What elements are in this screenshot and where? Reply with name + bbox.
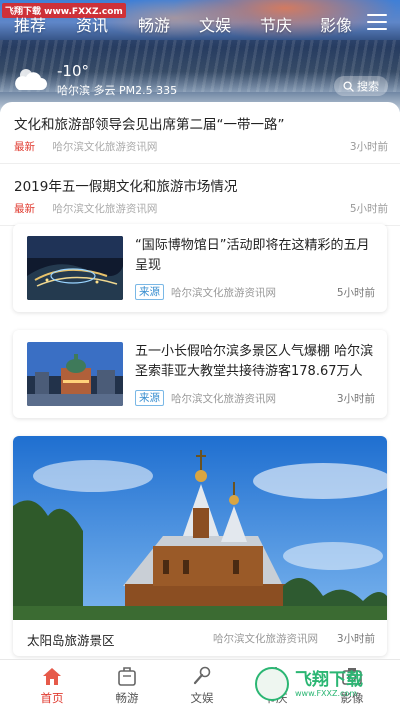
sun-island-church-image: [13, 436, 387, 620]
news-item[interactable]: 2019年五一假期文化和旅游市场情况 最新 哈尔滨文化旅游资讯网 5小时前: [0, 164, 400, 226]
news-card[interactable]: 五一小长假哈尔滨多景区人气爆棚 哈尔滨圣索菲亚大教堂共接待游客178.67万人 …: [13, 330, 387, 418]
tab-recommend[interactable]: 推荐: [14, 12, 46, 36]
news-time: 5小时前: [336, 287, 375, 299]
latest-tag: 最新: [14, 203, 35, 215]
tab-festival[interactable]: 节庆: [260, 12, 292, 36]
news-title: 2019年五一假期文化和旅游市场情况: [14, 179, 238, 195]
latest-tag: 最新: [14, 141, 35, 153]
search-icon: [343, 80, 354, 92]
suitcase-icon: [118, 667, 136, 686]
menu-icon[interactable]: [367, 14, 387, 30]
news-card[interactable]: “国际博物馆日”活动即将在这精彩的五月呈现 来源 哈尔滨文化旅游资讯网 5小时前: [13, 224, 387, 312]
feature-caption: 太阳岛旅游景区: [27, 633, 115, 648]
temperature: -10°: [57, 62, 89, 80]
top-nav-tabs: 推荐 资讯 畅游 文娱 节庆 影像: [0, 12, 356, 38]
tab-news[interactable]: 资讯: [76, 12, 108, 36]
source-tag: 来源: [135, 390, 164, 406]
bottom-nav-label: 首页: [40, 691, 64, 705]
news-feed: 文化和旅游部领导会见出席第二届“一带一路” 最新 哈尔滨文化旅游资讯网 3小时前…: [0, 102, 400, 659]
cathedral-dusk-thumbnail: [27, 342, 123, 406]
bottom-nav-label: 畅游: [115, 691, 139, 705]
cloudy-sun-icon: [15, 69, 47, 90]
search-button[interactable]: 搜索: [334, 76, 388, 96]
news-time: 3小时前: [336, 393, 375, 405]
tab-travel[interactable]: 畅游: [138, 12, 170, 36]
news-item[interactable]: 文化和旅游部领导会见出席第二届“一带一路” 最新 哈尔滨文化旅游资讯网 3小时前: [0, 102, 400, 164]
news-source: 哈尔滨文化旅游资讯网: [52, 203, 158, 215]
news-source: 哈尔滨文化旅游资讯网: [171, 393, 276, 405]
feature-card[interactable]: 太阳岛旅游景区 哈尔滨文化旅游资讯网 3小时前: [13, 436, 387, 656]
bottom-nav-label: 文娱: [190, 691, 214, 705]
weather-info: 哈尔滨 多云 PM2.5 335: [57, 84, 178, 97]
bottom-nav-home[interactable]: 首页: [22, 660, 82, 711]
watermark-name: 飞翔下载: [295, 669, 363, 690]
search-label: 搜索: [357, 80, 379, 93]
tab-entertainment[interactable]: 文娱: [199, 12, 231, 36]
source-tag: 来源: [135, 284, 164, 300]
news-source: 哈尔滨文化旅游资讯网: [213, 633, 318, 645]
news-time: 3小时前: [336, 633, 375, 645]
news-time: 3小时前: [349, 141, 388, 153]
news-time: 5小时前: [349, 203, 388, 215]
watermark-logo-icon: [255, 667, 289, 701]
news-title: 文化和旅游部领导会见出席第二届“一带一路”: [14, 117, 285, 133]
tab-images[interactable]: 影像: [320, 12, 352, 36]
museum-night-thumbnail: [27, 236, 123, 300]
news-title: “国际博物馆日”活动即将在这精彩的五月呈现: [135, 238, 370, 273]
news-meta: 最新 哈尔滨文化旅游资讯网 5小时前: [14, 201, 388, 216]
news-title: 五一小长假哈尔滨多景区人气爆棚 哈尔滨圣索菲亚大教堂共接待游客178.67万人: [135, 344, 374, 379]
download-site-watermark: 飞翔下载 www.FXXZ.com: [255, 662, 397, 706]
bottom-nav-travel[interactable]: 畅游: [97, 660, 157, 711]
news-source: 哈尔滨文化旅游资讯网: [171, 287, 276, 299]
bottom-nav-entertainment[interactable]: 文娱: [172, 660, 232, 711]
header-banner: 飞翔下载 www.FXXZ.com 推荐 资讯 畅游 文娱 节庆 影像 -10°…: [0, 0, 400, 112]
news-source: 哈尔滨文化旅游资讯网: [52, 141, 158, 153]
watermark-url: www.FXXZ.com: [295, 688, 358, 698]
microphone-icon: [193, 666, 211, 685]
news-meta: 最新 哈尔滨文化旅游资讯网 3小时前: [14, 139, 388, 154]
home-icon: [43, 668, 61, 685]
